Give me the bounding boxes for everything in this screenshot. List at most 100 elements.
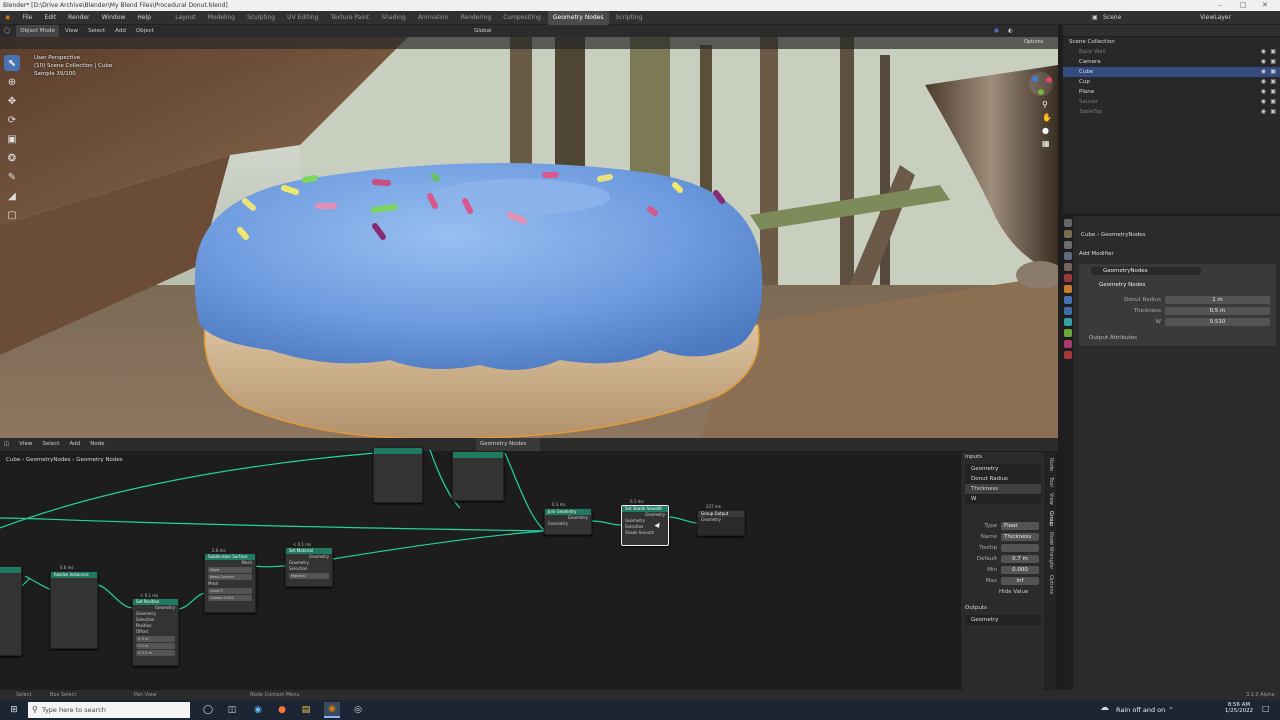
render-camera-icon[interactable]: ▣ (1270, 47, 1276, 57)
file-explorer-icon[interactable]: ▤ (298, 702, 314, 718)
tab-texture-paint[interactable]: Texture Paint (326, 11, 375, 25)
modifier-tab-icon[interactable] (1064, 296, 1072, 304)
node-set-shade-smooth[interactable]: Set Shade Smooth Geometry Geometry Selec… (621, 505, 669, 546)
menu-render[interactable]: Render (63, 11, 94, 25)
eye-icon[interactable]: ◉ (1261, 47, 1266, 57)
tab-modeling[interactable]: Modeling (203, 11, 240, 25)
modifier-name-field[interactable]: GeometryNodes (1091, 267, 1201, 275)
outputs-section-label[interactable]: Outputs (961, 603, 1045, 613)
thickness-field[interactable]: 0.5 m (1165, 306, 1270, 315)
node-editor[interactable]: ◫ View Select Add Node Geometry Nodes Cu… (0, 438, 1058, 700)
maximize-icon[interactable]: □ (1240, 0, 1247, 11)
minimize-icon[interactable]: – (1218, 0, 1222, 11)
output-tab-icon[interactable] (1064, 241, 1072, 249)
tab-rendering[interactable]: Rendering (455, 11, 496, 25)
outliner-item[interactable]: Cup ◉ ▣ (1063, 77, 1280, 87)
navigation-gizmo[interactable] (1027, 70, 1055, 100)
cursor-icon[interactable]: ⊕ (4, 74, 20, 90)
transform-orientation[interactable]: Global (470, 25, 496, 37)
output-attributes-toggle[interactable]: Output Attributes (1089, 335, 1137, 341)
outliner-item[interactable]: TableTop ◉ ▣ (1063, 107, 1280, 117)
viewport-menu-view[interactable]: View (61, 25, 82, 37)
max-field[interactable]: inf (1001, 576, 1039, 585)
node-transform-top[interactable] (373, 447, 423, 503)
partial-node-left[interactable] (0, 566, 22, 656)
outliner-item[interactable]: Camera ◉ ▣ (1063, 57, 1280, 67)
eye-icon[interactable]: ◉ (1261, 97, 1266, 107)
close-icon[interactable]: ✕ (1262, 0, 1268, 11)
tab-shading[interactable]: Shading (376, 11, 410, 25)
outliner-item[interactable]: Plane ◉ ▣ (1063, 87, 1280, 97)
crease-field[interactable]: Crease 0.000 (208, 595, 252, 601)
pan-hand-icon[interactable]: ✋ (1042, 113, 1052, 122)
render-camera-icon[interactable]: ▣ (1270, 107, 1276, 117)
tab-scripting[interactable]: Scripting (611, 11, 648, 25)
viewport-menu-object[interactable]: Object (132, 25, 158, 37)
default-field[interactable]: 0.7 m (1001, 554, 1039, 563)
tab-group[interactable]: Group (1048, 511, 1054, 526)
options-button[interactable]: Options (1024, 39, 1043, 45)
particles-tab-icon[interactable] (1064, 307, 1072, 315)
node-mesh-top[interactable] (452, 451, 504, 501)
outliner-item[interactable]: Saucer ◉ ▣ (1063, 97, 1280, 107)
eye-icon[interactable]: ◉ (1261, 67, 1266, 77)
node-subdivision-surface[interactable]: Subdivision Surface Mesh None Keep Corne… (204, 553, 256, 613)
mode-selector[interactable]: Object Mode (16, 25, 59, 37)
cortana-icon[interactable]: ◯ (200, 702, 216, 718)
add-modifier-button[interactable]: Add Modifier (1079, 251, 1114, 257)
boundary-smooth-select[interactable]: Keep Corners (208, 574, 252, 580)
scale-icon[interactable]: ▣ (4, 131, 20, 147)
measure-icon[interactable]: ◢ (4, 188, 20, 204)
node-set-position[interactable]: Set Position Geometry Geometry Selection… (132, 598, 179, 666)
input-item-donut-radius[interactable]: Donut Radius (965, 474, 1041, 484)
windows-start-icon[interactable]: ⊞ (6, 702, 22, 718)
menu-edit[interactable]: Edit (39, 11, 61, 25)
offset-x-field[interactable]: X 0 m (136, 636, 175, 642)
donut-radius-field[interactable]: 1 m (1165, 295, 1270, 304)
scene-tab-icon[interactable] (1064, 263, 1072, 271)
tray-up-icon[interactable]: ⌃ (1168, 706, 1174, 714)
tab-animation[interactable]: Animation (413, 11, 454, 25)
view-layer-tab-icon[interactable] (1064, 252, 1072, 260)
uv-smooth-select[interactable]: None (208, 567, 252, 573)
shading-material-icon[interactable]: ◐ (1004, 25, 1017, 37)
steam-icon[interactable]: ◉ (250, 702, 266, 718)
camera-view-icon[interactable]: ● (1042, 126, 1049, 135)
tab-uv-editing[interactable]: UV Editing (282, 11, 323, 25)
taskbar-search-input[interactable]: Type here to search (28, 702, 190, 718)
view-layer-selector[interactable]: ViewLayer (1195, 11, 1236, 25)
data-tab-icon[interactable] (1064, 329, 1072, 337)
input-item-geometry[interactable]: Geometry (965, 464, 1041, 474)
add-cube-icon[interactable]: ▢ (4, 207, 20, 223)
3d-viewport[interactable]: ◯ Object Mode View Select Add Object Glo… (0, 25, 1058, 438)
blender-logo-icon[interactable]: ◉ (0, 11, 15, 25)
tab-node-wrangler[interactable]: Node Wrangler (1048, 532, 1054, 569)
zoom-icon[interactable]: ⚲ (1042, 100, 1048, 109)
node-group-selector[interactable]: Geometry Nodes (1091, 281, 1241, 289)
task-view-icon[interactable]: ◫ (224, 702, 240, 718)
render-camera-icon[interactable]: ▣ (1270, 77, 1276, 87)
eye-icon[interactable]: ◉ (1261, 87, 1266, 97)
tab-sculpting[interactable]: Sculpting (242, 11, 280, 25)
eye-icon[interactable]: ◉ (1261, 77, 1266, 87)
notification-icon[interactable]: □ (1262, 704, 1270, 713)
annotate-icon[interactable]: ✎ (4, 169, 20, 185)
viewport-menu-select[interactable]: Select (84, 25, 109, 37)
render-camera-icon[interactable]: ▣ (1270, 97, 1276, 107)
min-field[interactable]: 0.000 (1001, 565, 1039, 574)
material-select[interactable]: Material (289, 573, 329, 579)
world-tab-icon[interactable] (1064, 274, 1072, 282)
blender-taskbar-icon[interactable]: ◉ (324, 702, 340, 718)
object-tab-icon[interactable] (1064, 285, 1072, 293)
viewport-menu-add[interactable]: Add (111, 25, 130, 37)
inputs-section-label[interactable]: Inputs (961, 452, 1045, 462)
move-icon[interactable]: ✥ (4, 93, 20, 109)
tab-view[interactable]: View (1048, 493, 1054, 505)
shade-smooth-checkbox[interactable]: Shade Smooth (622, 530, 668, 536)
offset-z-field[interactable]: Z 0.2 m (136, 650, 175, 656)
menu-help[interactable]: Help (132, 11, 156, 25)
shading-render-icon[interactable]: ● (990, 25, 1003, 37)
editor-type-icon[interactable]: ◯ (0, 25, 14, 37)
node-set-material[interactable]: Set Material Geometry Geometry Selection… (285, 547, 333, 587)
input-item-w[interactable]: W (965, 494, 1041, 504)
